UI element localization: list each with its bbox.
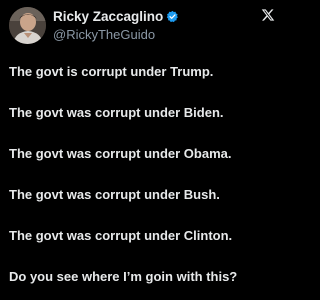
author-display-name[interactable]: Ricky Zaccaglino bbox=[53, 9, 163, 24]
avatar[interactable] bbox=[9, 7, 46, 44]
tweet-line-3: The govt was corrupt under Obama. bbox=[9, 146, 232, 161]
tweet-line-6: Do you see where I’m goin with this? bbox=[9, 269, 238, 284]
author-info: Ricky Zaccaglino @RickyTheGuido bbox=[53, 8, 243, 42]
tweet-text: The govt is corrupt under Trump. The gov… bbox=[9, 64, 279, 300]
tweet-line-1: The govt is corrupt under Trump. bbox=[9, 64, 214, 79]
tweet-line-2: The govt was corrupt under Biden. bbox=[9, 105, 224, 120]
verified-badge-icon bbox=[166, 10, 179, 23]
name-row: Ricky Zaccaglino bbox=[53, 8, 243, 25]
x-logo-icon bbox=[261, 8, 275, 22]
author-handle[interactable]: @RickyTheGuido bbox=[53, 27, 243, 42]
tweet-header: Ricky Zaccaglino @RickyTheGuido bbox=[9, 7, 275, 47]
tweet-line-4: The govt was corrupt under Bush. bbox=[9, 187, 220, 202]
avatar-image bbox=[9, 7, 46, 44]
tweet-line-5: The govt was corrupt under Clinton. bbox=[9, 228, 233, 243]
tweet-card: Ricky Zaccaglino @RickyTheGuido The govt… bbox=[0, 0, 282, 300]
